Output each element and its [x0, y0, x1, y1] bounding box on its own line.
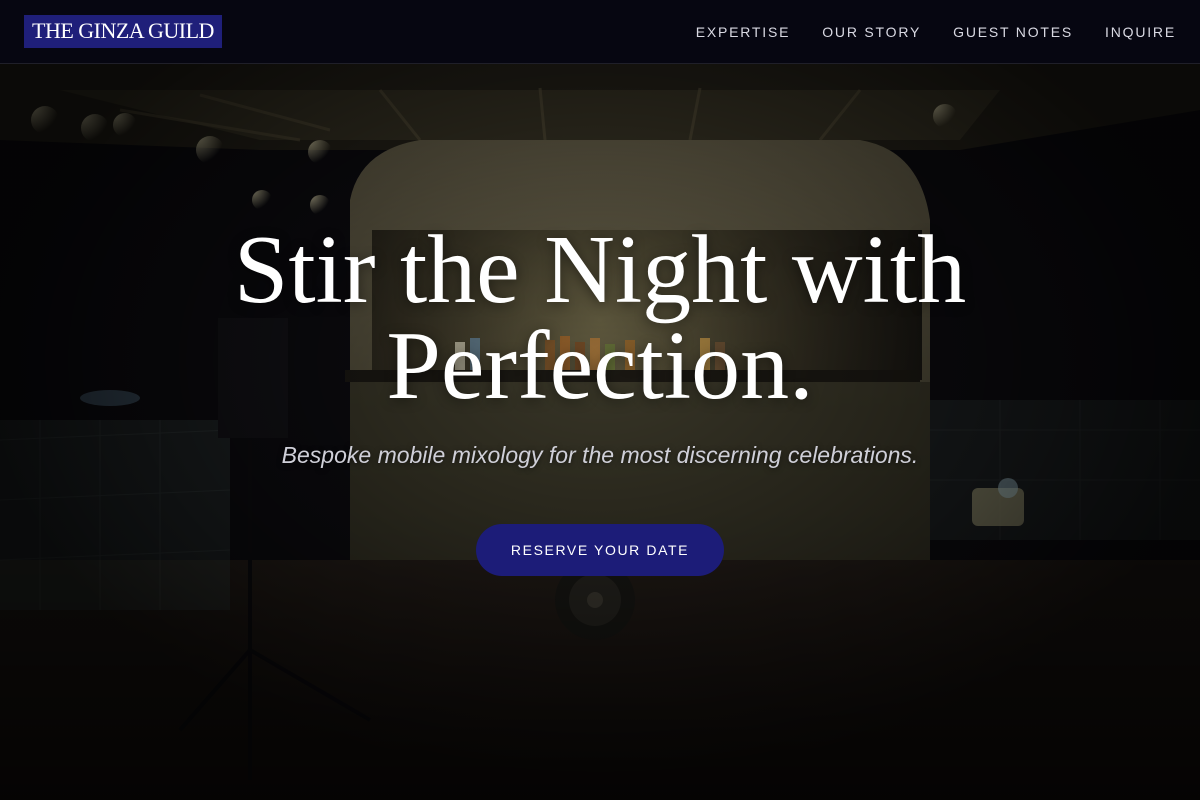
hero-title: Stir the Night with Perfection. — [233, 216, 967, 420]
hero-subtitle: Bespoke mobile mixology for the most dis… — [281, 442, 919, 468]
nav-link-expertise[interactable]: EXPERTISE — [696, 24, 791, 40]
brand-logo[interactable]: THE GINZA GUILD — [24, 15, 222, 48]
reserve-date-button[interactable]: RESERVE YOUR DATE — [476, 524, 724, 576]
nav-link-inquire[interactable]: INQUIRE — [1105, 24, 1176, 40]
primary-nav: EXPERTISE OUR STORY GUEST NOTES INQUIRE — [696, 24, 1176, 40]
hero-section: Stir the Night with Perfection. Bespoke … — [0, 216, 1200, 576]
top-navigation-bar: THE GINZA GUILD EXPERTISE OUR STORY GUES… — [0, 0, 1200, 64]
nav-link-guest-notes[interactable]: GUEST NOTES — [953, 24, 1073, 40]
nav-link-our-story[interactable]: OUR STORY — [822, 24, 921, 40]
